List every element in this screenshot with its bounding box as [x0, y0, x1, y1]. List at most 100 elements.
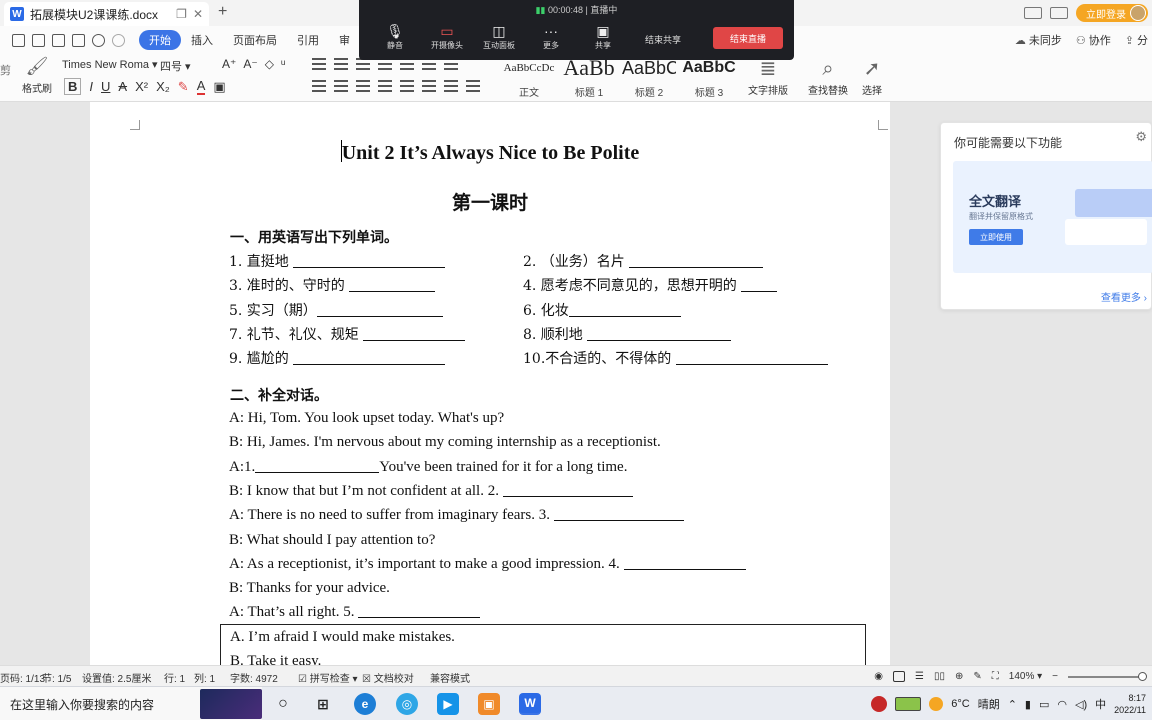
- bold-icon[interactable]: B: [64, 78, 82, 95]
- web-view-icon[interactable]: ⊕: [955, 671, 963, 682]
- undo-icon[interactable]: [92, 33, 105, 47]
- paste-label[interactable]: 剪: [0, 62, 11, 78]
- document-page[interactable]: Unit 2 It’s Always Nice to Be Polite 第一课…: [90, 102, 890, 665]
- wps-writer-taskbar-icon[interactable]: W: [519, 693, 541, 715]
- phonetic-icon[interactable]: ᵘ: [281, 57, 286, 71]
- font-color-icon[interactable]: A: [196, 78, 206, 95]
- end-live-button[interactable]: 结束直播: [713, 27, 783, 49]
- weather-text[interactable]: 晴朗: [978, 696, 1000, 712]
- login-button[interactable]: 立即登录: [1076, 4, 1148, 22]
- borders-icon[interactable]: [466, 80, 480, 92]
- zoom-out-icon[interactable]: −: [1052, 671, 1058, 682]
- share-screen-button[interactable]: ▣ 共享: [577, 22, 629, 51]
- strikethrough-icon[interactable]: A: [118, 79, 127, 94]
- close-tab-icon[interactable]: ✕: [193, 7, 203, 21]
- line-spacing-icon[interactable]: [422, 80, 436, 92]
- shading-icon[interactable]: [444, 80, 458, 92]
- record-icon[interactable]: [871, 696, 888, 712]
- superscript-icon[interactable]: X²: [135, 79, 148, 94]
- task-view-icon[interactable]: ○: [272, 693, 294, 715]
- window-restore-icon[interactable]: ❐: [176, 7, 187, 21]
- answer-blank[interactable]: [316, 303, 443, 317]
- collaborate-button[interactable]: ⚇ 协作: [1076, 32, 1111, 48]
- answer-blank[interactable]: [358, 604, 481, 618]
- sync-status[interactable]: ☁ 未同步: [1015, 32, 1062, 48]
- redo-icon[interactable]: [112, 33, 125, 47]
- answer-blank[interactable]: [293, 254, 446, 268]
- weather-icon[interactable]: [929, 697, 944, 711]
- answer-blank[interactable]: [568, 303, 681, 317]
- font-size-select[interactable]: 四号 ▾: [160, 58, 210, 74]
- page-indicator[interactable]: 页码: 1/13: [0, 670, 45, 685]
- layout-icon[interactable]: [1024, 7, 1042, 19]
- char-border-icon[interactable]: ▣: [213, 79, 225, 95]
- tab-page-layout[interactable]: 页面布局: [223, 32, 287, 48]
- meeting-app-icon[interactable]: ▶: [437, 693, 459, 715]
- answer-blank[interactable]: [741, 278, 778, 292]
- print-icon[interactable]: [52, 33, 65, 47]
- answer-blank[interactable]: [629, 254, 764, 268]
- use-now-button[interactable]: 立即使用: [969, 229, 1023, 245]
- style-heading-3[interactable]: AaBbC 标题 3: [682, 54, 736, 99]
- align-right-icon[interactable]: [356, 80, 370, 92]
- mute-button[interactable]: 🎙 静音: [369, 22, 421, 51]
- volume-icon[interactable]: ◁): [1075, 698, 1087, 711]
- export-pdf-icon[interactable]: [32, 33, 45, 47]
- shrink-font-icon[interactable]: A⁻: [243, 57, 257, 71]
- write-mode-icon[interactable]: ✎: [973, 671, 981, 682]
- word-count[interactable]: 字数: 4972: [230, 670, 278, 685]
- style-heading-1[interactable]: AaBb 标题 1: [562, 54, 616, 99]
- tab-review[interactable]: 审: [329, 32, 360, 48]
- save-icon[interactable]: [12, 33, 25, 47]
- zoom-slider-handle[interactable]: [1138, 671, 1147, 681]
- proofread-button[interactable]: ☒ 文档校对: [362, 670, 414, 685]
- answer-blank[interactable]: [293, 351, 446, 365]
- bullet-list-icon[interactable]: [312, 58, 326, 70]
- more-button[interactable]: ··· 更多: [525, 22, 577, 51]
- page-view-icon[interactable]: [893, 671, 905, 682]
- tab-home[interactable]: 开始: [139, 30, 181, 50]
- end-share-button[interactable]: 结束共享: [645, 33, 681, 46]
- text-layout-button[interactable]: ≣ 文字排版: [738, 56, 798, 97]
- justify-icon[interactable]: [378, 80, 392, 92]
- ime-indicator[interactable]: 中: [1095, 696, 1106, 712]
- answer-blank[interactable]: [553, 507, 684, 521]
- document-tab[interactable]: W 拓展模块U2课课练.docx ❐ ✕: [4, 2, 209, 26]
- highlight-icon[interactable]: ✎: [178, 79, 189, 95]
- gear-icon[interactable]: ⚙: [1135, 129, 1147, 145]
- temperature[interactable]: 6°C: [951, 698, 969, 710]
- see-more-link[interactable]: 查看更多 ›: [1101, 289, 1147, 304]
- zoom-slider[interactable]: [1068, 671, 1147, 681]
- reading-view-icon[interactable]: ▯▯: [934, 671, 945, 682]
- outline-view-icon[interactable]: ☰: [915, 671, 924, 682]
- tray-monitor-icon[interactable]: [895, 697, 922, 711]
- taskbar-search[interactable]: 在这里输入你要搜索的内容: [0, 687, 262, 720]
- format-painter-button[interactable]: 🖌 格式刷: [20, 56, 54, 95]
- numbered-list-icon[interactable]: [334, 58, 348, 70]
- select-button[interactable]: ➚ 选择: [842, 56, 902, 97]
- answer-blank[interactable]: [255, 459, 380, 473]
- share-button[interactable]: ⇪ 分: [1125, 32, 1148, 48]
- font-name-select[interactable]: Times New Roma ▾: [62, 58, 158, 74]
- chevron-up-icon[interactable]: ⌃: [1008, 698, 1017, 711]
- subscript-icon[interactable]: X₂: [156, 79, 170, 94]
- answer-blank[interactable]: [587, 327, 732, 341]
- grid-icon[interactable]: [1050, 7, 1068, 19]
- align-center-icon[interactable]: [334, 80, 348, 92]
- answer-blank[interactable]: [502, 483, 633, 497]
- camera-button[interactable]: ▭ 开摄像头: [421, 22, 473, 51]
- edge-browser-icon[interactable]: e: [354, 693, 376, 715]
- translate-card[interactable]: 全文翻译 翻译并保留原格式 立即使用: [953, 161, 1152, 273]
- eye-protection-icon[interactable]: ◉: [874, 671, 883, 682]
- style-normal[interactable]: AaBbCcDc 正文: [502, 54, 556, 99]
- answer-blank[interactable]: [675, 351, 828, 365]
- italic-icon[interactable]: I: [89, 79, 93, 94]
- new-tab-icon[interactable]: +: [218, 3, 227, 21]
- spellcheck-toggle[interactable]: ☑ 拼写检查 ▾: [298, 670, 358, 685]
- browser-app-icon[interactable]: ◎: [396, 693, 418, 715]
- print-preview-icon[interactable]: [72, 33, 85, 47]
- battery-icon[interactable]: ▭: [1039, 698, 1049, 711]
- interact-panel-button[interactable]: ◫ 互动面板: [473, 22, 525, 51]
- recorder-app-icon[interactable]: ▣: [478, 693, 500, 715]
- distribute-icon[interactable]: [400, 80, 414, 92]
